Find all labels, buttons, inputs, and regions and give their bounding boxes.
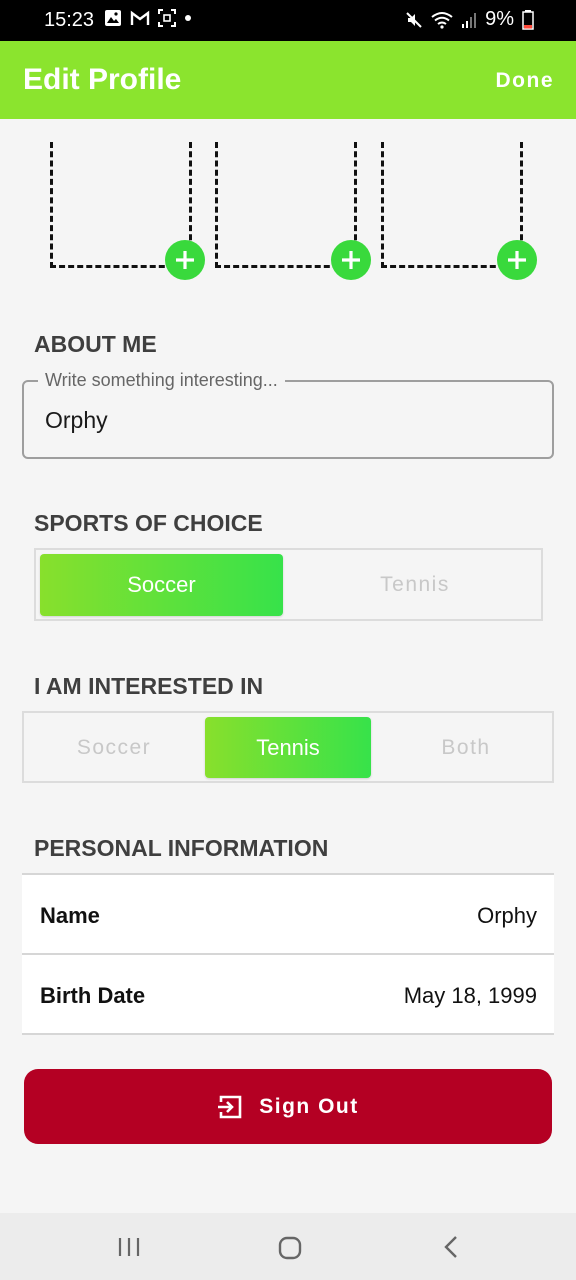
sign-out-button[interactable]: Sign Out [24,1069,552,1144]
sports-segmented-control: Soccer Tennis [34,548,543,621]
dot-icon [185,15,191,21]
personal-info-heading: PERSONAL INFORMATION [34,835,329,861]
birth-date-value: May 18, 1999 [403,983,537,1008]
status-right: 9% [405,8,534,31]
interest-option-soccer[interactable]: Soccer [28,717,200,778]
interest-option-both[interactable]: Both [380,717,552,778]
app-bar: Edit Profile Done [0,41,576,119]
system-nav-bar [0,1213,576,1280]
back-icon[interactable] [440,1235,462,1259]
plus-icon [508,251,526,269]
sports-heading: SPORTS OF CHOICE [34,510,263,536]
status-time: 15:23 [44,9,95,31]
add-photo-button-1[interactable] [165,240,205,280]
plus-icon [176,251,194,269]
sports-option-tennis[interactable]: Tennis [292,554,538,616]
interest-option-tennis[interactable]: Tennis [205,717,371,778]
add-photo-button-3[interactable] [497,240,537,280]
name-row[interactable]: Name Orphy [22,875,554,955]
done-button[interactable]: Done [496,69,555,93]
interest-segmented-control: Soccer Tennis Both [22,711,554,783]
add-photo-button-2[interactable] [331,240,371,280]
screenshot-icon [158,9,176,27]
gallery-icon [105,10,121,26]
battery-percent: 9% [485,8,514,30]
interested-in-heading: I AM INTERESTED IN [34,673,264,699]
mute-icon [406,11,422,28]
home-icon[interactable] [277,1235,303,1261]
status-bar: 15:23 9% [0,0,576,41]
page-title: Edit Profile [23,63,182,96]
birth-date-label: Birth Date [40,983,146,1008]
about-me-placeholder: Write something interesting... [38,370,285,391]
signal-icon [462,12,477,28]
about-me-heading: ABOUT ME [34,331,157,357]
personal-info-table: Name Orphy Birth Date May 18, 1999 [22,873,554,1035]
birth-date-row[interactable]: Birth Date May 18, 1999 [22,955,554,1035]
wifi-icon [431,11,453,29]
exit-icon [218,1095,242,1118]
sports-option-soccer[interactable]: Soccer [40,554,283,616]
name-value: Orphy [477,903,537,928]
battery-icon [522,9,534,30]
about-me-value[interactable]: Orphy [45,407,108,434]
gmail-icon [130,10,150,25]
sign-out-label: Sign Out [259,1094,359,1118]
plus-icon [342,251,360,269]
notification-icons [104,9,192,27]
name-label: Name [40,903,100,928]
recent-apps-icon[interactable] [117,1235,141,1259]
